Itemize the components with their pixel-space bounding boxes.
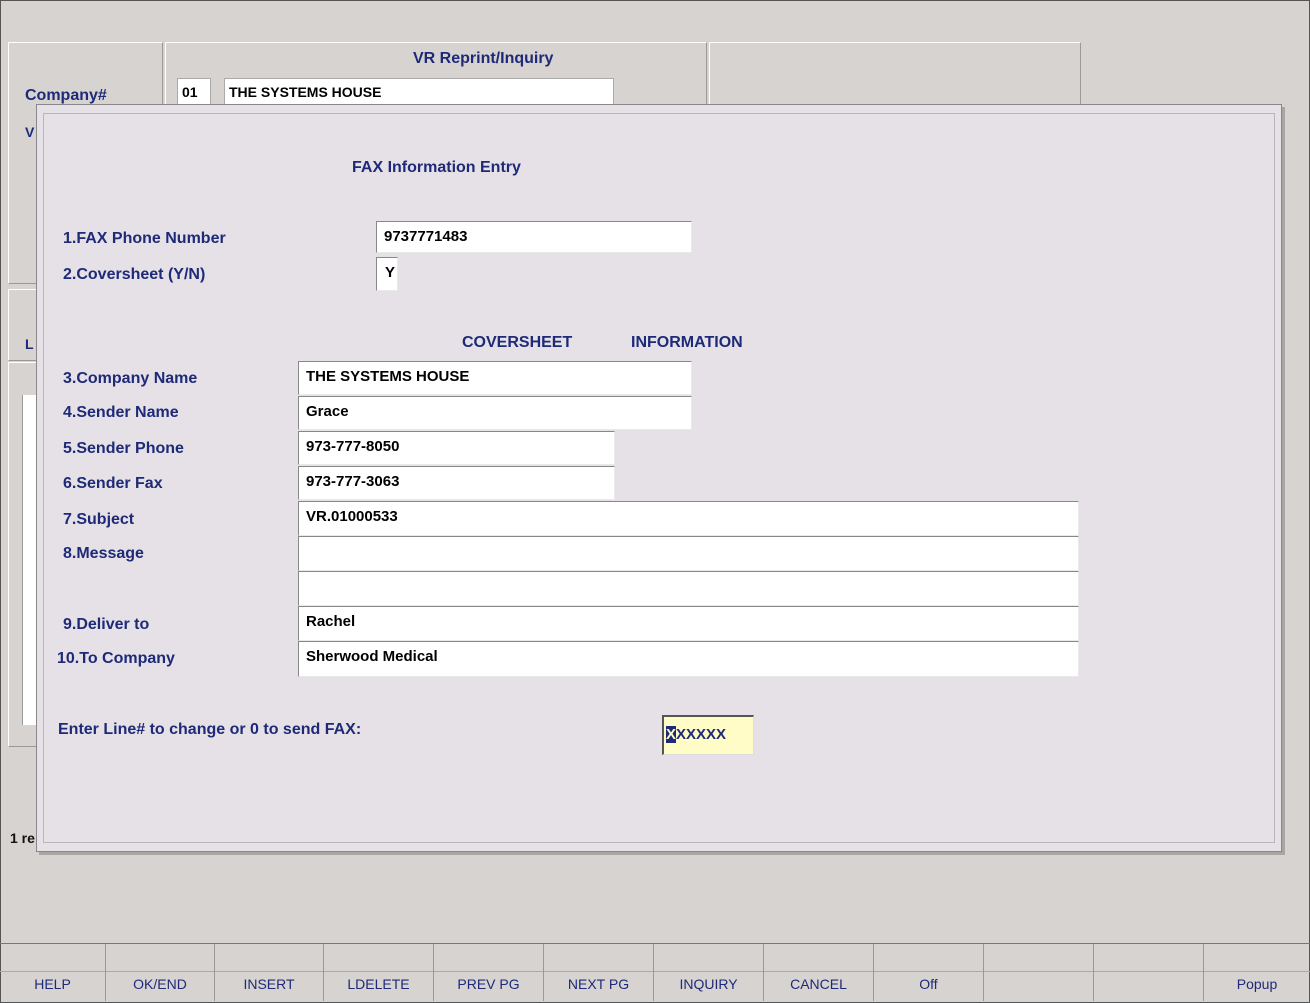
background-company-code: 01 bbox=[177, 78, 211, 106]
fax-information-dialog bbox=[36, 104, 1282, 852]
background-stub-l: L bbox=[25, 336, 34, 352]
fkey-insert[interactable]: INSERT bbox=[215, 944, 324, 1001]
background-company-label: Company# bbox=[25, 87, 107, 104]
sender-fax-label: 6.Sender Fax bbox=[63, 475, 163, 492]
coversheet-heading: COVERSHEET bbox=[462, 334, 573, 351]
subject-label: 7.Subject bbox=[63, 511, 135, 528]
fkey-next-page[interactable]: NEXT PG bbox=[544, 944, 654, 1001]
function-key-bar: HELP OK/END INSERT LDELETE PREV PG NEXT … bbox=[0, 943, 1310, 1002]
sender-name-label: 4.Sender Name bbox=[63, 404, 179, 421]
fkey-ok-end[interactable]: OK/END bbox=[106, 944, 215, 1001]
coversheet-label: 2.Coversheet (Y/N) bbox=[63, 266, 206, 283]
fkey-inquiry[interactable]: INQUIRY bbox=[654, 944, 764, 1001]
message-line-1-field[interactable] bbox=[298, 536, 1079, 571]
command-prompt-label: Enter Line# to change or 0 to send FAX: bbox=[58, 721, 362, 738]
dialog-title: FAX Information Entry bbox=[352, 159, 521, 176]
message-line-2-field[interactable] bbox=[298, 571, 1079, 606]
fkey-inquiry-label: INQUIRY bbox=[679, 976, 738, 992]
fkey-blank-2[interactable] bbox=[1094, 944, 1204, 1001]
text-cursor: X bbox=[666, 726, 677, 743]
company-name-field[interactable]: THE SYSTEMS HOUSE bbox=[298, 361, 692, 395]
fkey-prev-page[interactable]: PREV PG bbox=[434, 944, 544, 1001]
company-name-label: 3.Company Name bbox=[63, 370, 198, 387]
to-company-label: 10.To Company bbox=[57, 650, 175, 667]
sender-name-field[interactable]: Grace bbox=[298, 396, 692, 430]
fax-phone-field[interactable]: 9737771483 bbox=[376, 221, 692, 253]
fkey-popup[interactable]: Popup bbox=[1204, 944, 1310, 1001]
coversheet-field[interactable]: Y bbox=[376, 257, 398, 291]
background-company-name-text: THE SYSTEMS HOUSE bbox=[229, 84, 382, 100]
fkey-blank-1[interactable] bbox=[984, 944, 1094, 1001]
message-label: 8.Message bbox=[63, 545, 144, 562]
fkey-prev-page-label: PREV PG bbox=[457, 976, 520, 992]
fax-phone-label: 1.FAX Phone Number bbox=[63, 230, 226, 247]
fkey-ok-end-label: OK/END bbox=[133, 976, 187, 992]
fkey-cancel[interactable]: CANCEL bbox=[764, 944, 874, 1001]
sender-phone-field[interactable]: 973-777-8050 bbox=[298, 431, 615, 465]
background-screen-title: VR Reprint/Inquiry bbox=[413, 50, 554, 67]
fkey-ldelete-label: LDELETE bbox=[347, 976, 410, 992]
command-input-text: XXXXX bbox=[676, 726, 727, 743]
command-input[interactable]: XXXXXX bbox=[662, 715, 754, 755]
subject-field[interactable]: VR.01000533 bbox=[298, 501, 1079, 536]
sender-phone-label: 5.Sender Phone bbox=[63, 440, 184, 457]
fkey-cancel-label: CANCEL bbox=[790, 976, 847, 992]
fkey-off-label: Off bbox=[919, 976, 938, 992]
deliver-to-label: 9.Deliver to bbox=[63, 616, 150, 633]
fkey-next-page-label: NEXT PG bbox=[567, 976, 630, 992]
sender-fax-field[interactable]: 973-777-3063 bbox=[298, 466, 615, 500]
background-list-row bbox=[22, 395, 36, 725]
background-stub-v: V bbox=[25, 124, 35, 140]
background-records-count: 1 re bbox=[10, 830, 35, 846]
fkey-off[interactable]: Off bbox=[874, 944, 984, 1001]
fkey-popup-label: Popup bbox=[1236, 976, 1278, 992]
fkey-help-label: HELP bbox=[34, 976, 71, 992]
fkey-help[interactable]: HELP bbox=[0, 944, 106, 1001]
deliver-to-field[interactable]: Rachel bbox=[298, 606, 1079, 641]
background-company-code-text: 01 bbox=[182, 84, 198, 100]
background-company-name: THE SYSTEMS HOUSE bbox=[224, 78, 614, 106]
background-right-panel bbox=[709, 42, 1081, 106]
fkey-insert-label: INSERT bbox=[243, 976, 295, 992]
fkey-ldelete[interactable]: LDELETE bbox=[324, 944, 434, 1001]
to-company-field[interactable]: Sherwood Medical bbox=[298, 641, 1079, 677]
information-heading: INFORMATION bbox=[631, 334, 743, 351]
